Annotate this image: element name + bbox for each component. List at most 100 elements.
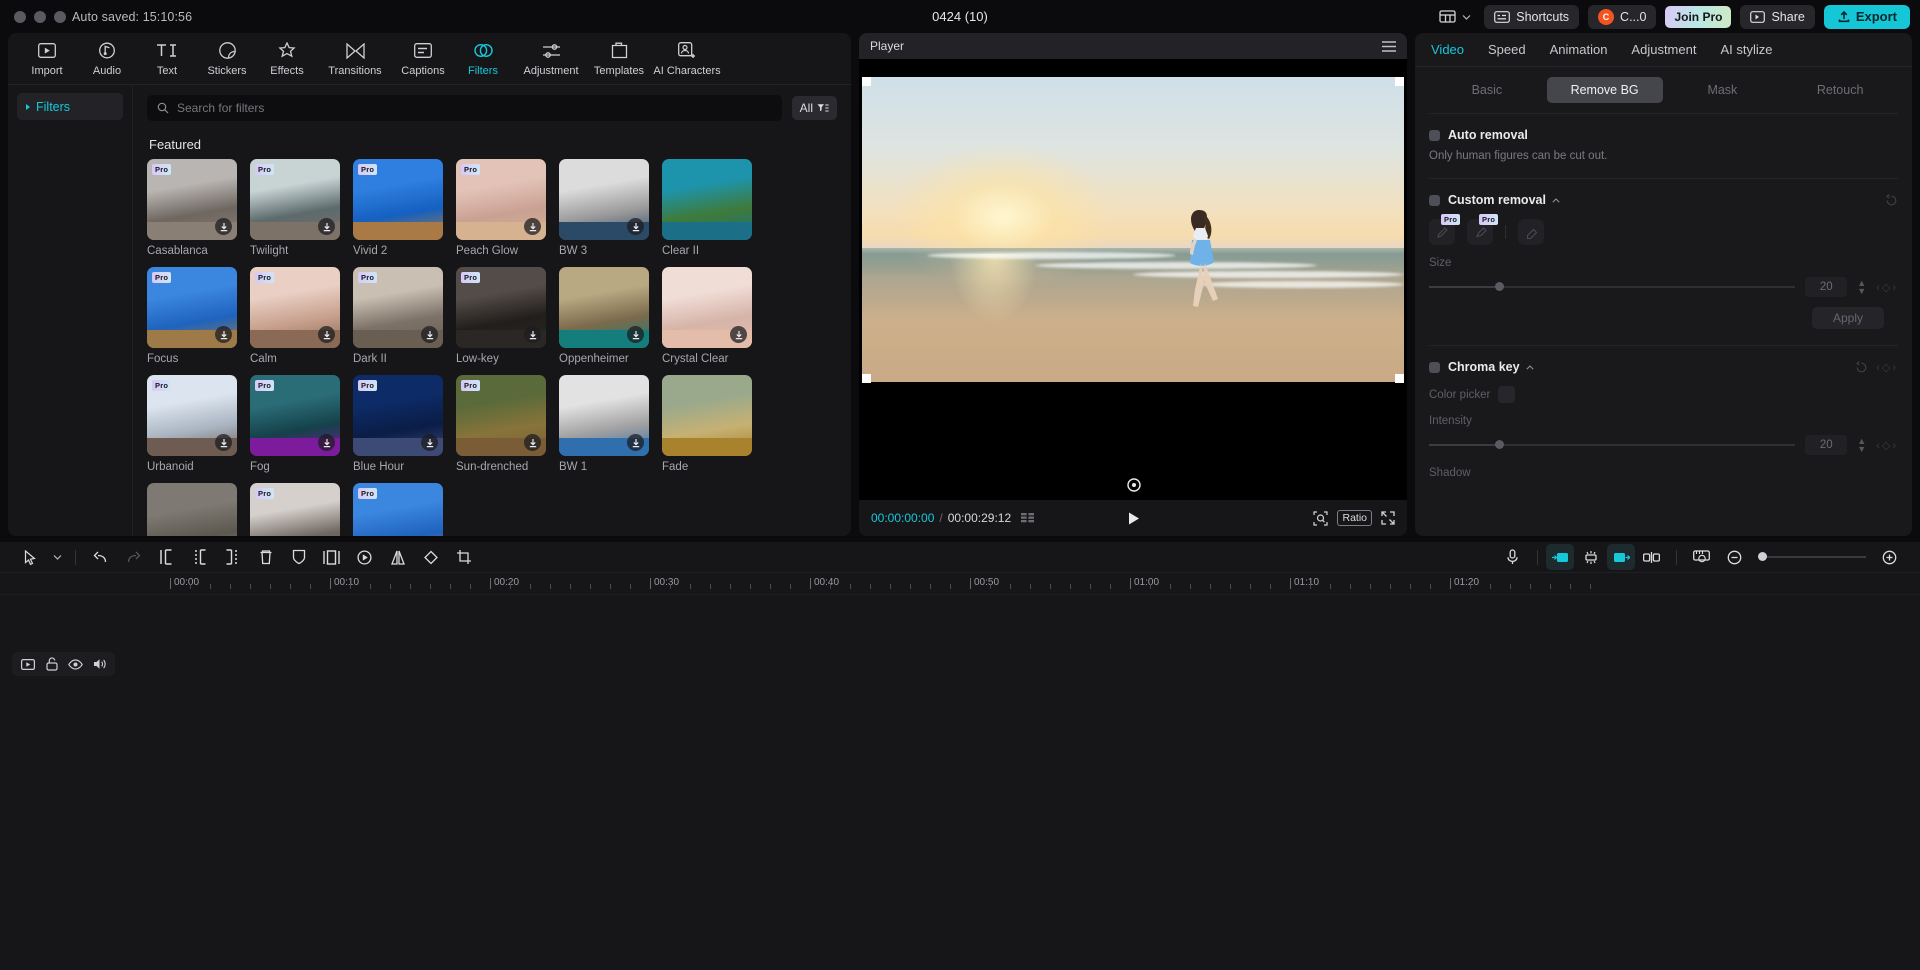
filter-tile[interactable]: Fade — [662, 375, 752, 473]
filter-thumbnail[interactable]: Pro — [353, 159, 443, 240]
intensity-slider-track[interactable] — [1429, 440, 1796, 449]
filter-tile[interactable]: Oppenheimer — [559, 267, 649, 365]
filter-tile[interactable]: Pro Blue Hour — [353, 375, 443, 473]
filter-tile[interactable]: Pro Fog — [250, 375, 340, 473]
current-timecode[interactable]: 00:00:00:00 — [871, 511, 934, 525]
eraser-icon[interactable] — [1518, 219, 1544, 245]
layout-switcher-button[interactable] — [1435, 5, 1475, 29]
intensity-value[interactable]: 20 — [1805, 435, 1848, 455]
download-icon[interactable] — [730, 326, 747, 343]
size-slider-track[interactable] — [1429, 282, 1796, 291]
crop-handle-bl[interactable] — [862, 374, 871, 383]
download-icon[interactable] — [215, 434, 232, 451]
download-icon[interactable] — [318, 326, 335, 343]
chroma-keyframe-controls[interactable]: ‹◇› — [1876, 361, 1898, 374]
measure-icon[interactable] — [1685, 544, 1718, 570]
intensity-stepper[interactable]: ▲ ▼ — [1857, 437, 1866, 454]
ratio-button[interactable]: Ratio — [1337, 510, 1372, 526]
download-icon[interactable] — [421, 434, 438, 451]
color-picker-row[interactable]: Color picker — [1415, 386, 1912, 403]
auto-removal-checkbox[interactable] — [1429, 129, 1440, 141]
custom-removal-checkbox[interactable] — [1429, 194, 1440, 206]
filter-tile[interactable]: Pro Vivid 2 — [353, 159, 443, 257]
filter-thumbnail[interactable]: Pro — [250, 483, 340, 536]
chroma-key-row[interactable]: Chroma key ‹◇› — [1415, 360, 1912, 374]
download-icon[interactable] — [627, 326, 644, 343]
custom-removal-row[interactable]: Custom removal — [1415, 193, 1912, 207]
account-button[interactable]: C C...0 — [1588, 4, 1657, 29]
category-transitions[interactable]: Transitions — [318, 35, 392, 83]
tab-ai-stylize[interactable]: AI stylize — [1720, 42, 1772, 57]
filter-thumbnail[interactable]: Pro — [456, 159, 546, 240]
search-box[interactable] — [147, 95, 782, 121]
apply-button[interactable]: Apply — [1812, 307, 1884, 329]
filter-tile[interactable]: ProMoriyama — [250, 483, 340, 536]
intensity-keyframe-controls[interactable]: ‹◇› — [1876, 439, 1898, 452]
maximize-window-button[interactable] — [54, 10, 66, 23]
caret-up-icon[interactable] — [1525, 364, 1534, 370]
rotate-icon[interactable] — [414, 544, 447, 570]
download-icon[interactable] — [524, 326, 541, 343]
zoom-slider[interactable] — [1758, 552, 1866, 561]
intensity-slider-row[interactable]: 20 ▲ ▼ ‹◇› — [1415, 435, 1912, 455]
filter-tile[interactable]: Pro Twilight — [250, 159, 340, 257]
segment-mask[interactable]: Mask — [1665, 77, 1781, 103]
search-input[interactable] — [177, 101, 772, 115]
filter-thumbnail[interactable]: Pro — [353, 375, 443, 456]
freeze-frame-icon[interactable] — [348, 544, 381, 570]
download-icon[interactable] — [318, 218, 335, 235]
filter-tile[interactable]: Pro Focus — [147, 267, 237, 365]
size-stepper[interactable]: ▲ ▼ — [1857, 279, 1866, 296]
category-stickers[interactable]: Stickers — [198, 35, 256, 83]
filter-thumbnail[interactable]: Pro — [147, 267, 237, 348]
join-pro-button[interactable]: Join Pro — [1665, 5, 1732, 28]
eye-icon[interactable] — [66, 655, 85, 674]
microphone-icon[interactable] — [1496, 544, 1529, 570]
undo-icon[interactable] — [84, 544, 117, 570]
window-controls[interactable] — [14, 10, 66, 23]
tab-speed[interactable]: Speed — [1488, 42, 1526, 57]
auto-removal-row[interactable]: Auto removal — [1415, 128, 1912, 142]
frame-grid-icon[interactable] — [1021, 512, 1035, 524]
filter-tile[interactable]: Pro Urbanoid — [147, 375, 237, 473]
download-icon[interactable] — [421, 326, 438, 343]
rotate-handle-icon[interactable] — [1127, 478, 1141, 492]
mirror-icon[interactable] — [381, 544, 414, 570]
category-effects[interactable]: Effects — [258, 35, 316, 83]
split-icon[interactable] — [150, 544, 183, 570]
filter-thumbnail[interactable]: Pro — [250, 375, 340, 456]
markout-icon[interactable] — [1607, 544, 1635, 570]
filter-thumbnail[interactable]: Pro — [353, 267, 443, 348]
download-icon[interactable] — [627, 434, 644, 451]
category-templates[interactable]: Templates — [590, 35, 648, 83]
magnet-icon[interactable] — [1574, 544, 1607, 570]
export-button[interactable]: Export — [1823, 4, 1910, 29]
trim-right-icon[interactable] — [216, 544, 249, 570]
redo-icon[interactable] — [117, 544, 150, 570]
filter-thumbnail[interactable]: Pro — [456, 375, 546, 456]
download-icon[interactable] — [215, 326, 232, 343]
crop-handle-tl[interactable] — [862, 77, 871, 86]
filter-thumbnail[interactable]: Pro — [353, 483, 443, 536]
chroma-key-checkbox[interactable] — [1429, 361, 1440, 373]
zoom-slider-knob[interactable] — [1758, 552, 1767, 561]
filter-tile[interactable]: Pro Casablanca — [147, 159, 237, 257]
speaker-icon[interactable] — [90, 655, 109, 674]
filter-category-all-button[interactable]: All — [791, 96, 837, 120]
shield-icon[interactable] — [282, 544, 315, 570]
filter-tile[interactable]: Pro Peach Glow — [456, 159, 546, 257]
filter-thumbnail[interactable] — [559, 159, 649, 240]
crop-frame-icon[interactable] — [315, 544, 348, 570]
filter-thumbnail[interactable] — [662, 267, 752, 348]
size-keyframe-controls[interactable]: ‹◇› — [1876, 281, 1898, 294]
filter-thumbnail[interactable] — [559, 375, 649, 456]
filter-tile[interactable]: ProEnhance — [353, 483, 443, 536]
fullscreen-icon[interactable] — [1381, 511, 1395, 525]
filter-thumbnail[interactable] — [662, 375, 752, 456]
filter-tile[interactable]: Pro Low-key — [456, 267, 546, 365]
filter-tile[interactable]: Crystal Clear — [662, 267, 752, 365]
segment-remove-bg[interactable]: Remove BG — [1546, 77, 1663, 103]
close-window-button[interactable] — [14, 10, 26, 23]
filter-thumbnail[interactable]: Pro — [147, 159, 237, 240]
category-audio[interactable]: Audio — [78, 35, 136, 83]
